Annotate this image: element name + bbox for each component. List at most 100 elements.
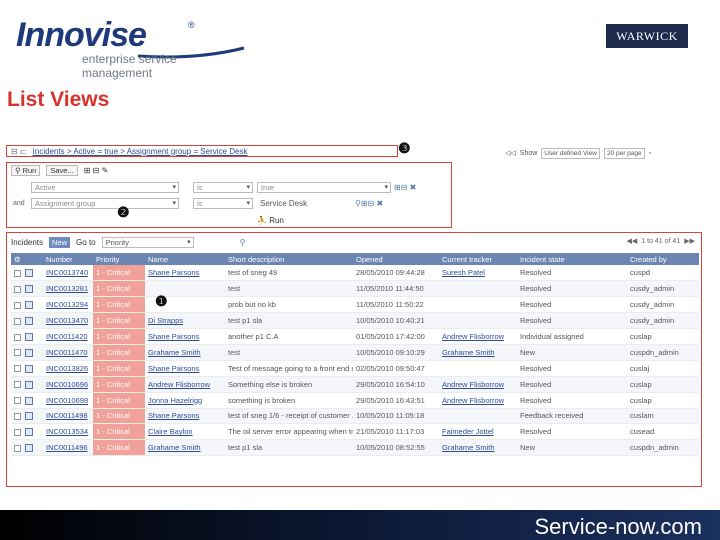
cell-number-link[interactable]: INC0013281 — [46, 284, 88, 293]
run-button[interactable]: ⚲ Run — [11, 165, 41, 176]
row-select-cell[interactable] — [11, 265, 43, 282]
table-row[interactable]: INC0011496 1 - Critical Grahame Smith test … — [11, 439, 699, 457]
row-checkbox[interactable] — [14, 381, 21, 389]
close-icon[interactable]: ▫ — [649, 150, 651, 157]
cell-number-link[interactable]: INC0011420 — [46, 332, 88, 341]
condition-operator[interactable]: is — [193, 197, 253, 209]
row-select-cell[interactable] — [11, 392, 43, 409]
table-row[interactable]: INC0011470 1 - Critical Grahame Smith test 1… — [11, 344, 699, 361]
row-select-cell[interactable] — [11, 408, 43, 425]
cell-current-tracker-link[interactable]: Grahame Smith — [442, 348, 495, 357]
row-select-cell[interactable] — [11, 328, 43, 345]
condition-actions-icon[interactable]: ⊞⊟ ✖ — [394, 183, 416, 192]
cell-number-link[interactable]: INC0013294 — [46, 300, 88, 309]
cell-number-link[interactable]: INC0011496 — [46, 443, 88, 452]
row-select-cell[interactable] — [11, 312, 43, 330]
cell-current-tracker-link[interactable]: Andrew Flisborrow — [442, 332, 504, 341]
record-preview-icon[interactable] — [25, 444, 33, 453]
cell-name-link[interactable]: Grahame Smith — [148, 348, 201, 357]
search-icon[interactable]: ⚲ — [240, 238, 246, 247]
record-preview-icon[interactable] — [25, 380, 33, 389]
breadcrumb-toggle-icon[interactable]: ⊟ ⊏ — [11, 147, 27, 156]
condition-lookup-icons[interactable]: ⚲⊞⊟ ✖ — [355, 199, 383, 208]
row-select-cell[interactable] — [11, 296, 43, 314]
pager-first-icon[interactable]: ◀◀ — [627, 237, 638, 245]
condition-operator[interactable]: is — [193, 181, 253, 193]
row-select-cell[interactable] — [11, 439, 43, 457]
row-checkbox[interactable] — [14, 333, 21, 341]
cell-number-link[interactable]: INC0013534 — [46, 427, 88, 436]
pager-last-icon[interactable]: ▶▶ — [684, 237, 695, 245]
table-row[interactable]: INC0013470 1 - Critical Di Strapps test p1 … — [11, 312, 699, 330]
table-row[interactable]: INC0013281 1 - Critical test 11/05/2010 11:… — [11, 280, 699, 298]
row-select-cell[interactable] — [11, 280, 43, 298]
record-preview-icon[interactable] — [25, 348, 33, 357]
condition-value[interactable]: true — [257, 181, 391, 193]
record-preview-icon[interactable] — [25, 364, 33, 373]
column-header-created-by[interactable]: Created by — [627, 253, 699, 265]
row-checkbox[interactable] — [14, 412, 21, 420]
cell-name-link[interactable]: Shane Parsons — [148, 332, 199, 341]
record-preview-icon[interactable] — [25, 301, 33, 310]
cell-number-link[interactable]: INC0011470 — [46, 348, 88, 357]
filter-tool-icons[interactable]: ⊞ ⊟ ✎ — [84, 166, 109, 175]
cell-number-link[interactable]: INC0013740 — [46, 268, 88, 277]
per-page-select[interactable]: 20 per page — [603, 147, 645, 159]
cell-current-tracker-link[interactable]: Faimeder Jottel — [442, 427, 494, 436]
cell-number-link[interactable]: INC0010696 — [46, 380, 88, 389]
row-checkbox[interactable] — [14, 269, 21, 277]
row-checkbox[interactable] — [14, 428, 21, 436]
column-header-name[interactable]: Name — [145, 253, 225, 265]
column-header-priority[interactable]: Priority — [93, 253, 145, 265]
nav-back-icon[interactable]: ◁◁ — [505, 149, 516, 157]
row-checkbox[interactable] — [14, 365, 21, 373]
row-checkbox[interactable] — [14, 301, 21, 309]
cell-name-link[interactable]: Di Strapps — [148, 316, 183, 325]
column-header-current-tracker[interactable]: Current tracker — [439, 253, 517, 265]
column-header-incident-state[interactable]: Incident state — [517, 253, 627, 265]
breadcrumb-text[interactable]: Incidents > Active = true > Assignment g… — [33, 147, 248, 156]
cell-number-link[interactable]: INC0013470 — [46, 316, 88, 325]
cell-name-link[interactable]: Shane Parsons — [148, 411, 199, 420]
cell-number-link[interactable]: INC0010698 — [46, 396, 88, 405]
record-preview-icon[interactable] — [25, 396, 33, 405]
table-row[interactable]: INC0013294 1 - Critical prob but no kb 11/0… — [11, 296, 699, 314]
condition-value[interactable]: Service Desk — [257, 199, 353, 208]
record-preview-icon[interactable] — [25, 285, 33, 294]
save-button[interactable]: Save... — [46, 165, 78, 176]
row-checkbox[interactable] — [14, 349, 21, 357]
record-preview-icon[interactable] — [25, 412, 33, 421]
column-header-number[interactable]: Number — [43, 253, 93, 265]
column-header-opened[interactable]: Opened — [353, 253, 439, 265]
goto-field-select[interactable]: Priority — [101, 237, 194, 248]
condition-field[interactable]: Assignment group — [31, 197, 179, 209]
table-row[interactable]: INC0013826 1 - Critical Shane Parsons Test … — [11, 360, 699, 377]
cell-name-link[interactable]: Shane Parsons — [148, 268, 199, 277]
cell-current-tracker-link[interactable]: Andrew Flisborrow — [442, 396, 504, 405]
row-checkbox[interactable] — [14, 285, 21, 293]
view-select[interactable]: User defined View — [541, 147, 600, 159]
table-row[interactable]: INC0010696 1 - Critical Andrew Flisborrow S… — [11, 376, 699, 393]
row-checkbox[interactable] — [14, 397, 21, 405]
cell-current-tracker-link[interactable]: Andrew Flisborrow — [442, 380, 504, 389]
table-row[interactable]: INC0011420 1 - Critical Shane Parsons anoth… — [11, 328, 699, 345]
select-all-header[interactable]: ⚙ — [11, 253, 43, 265]
table-row[interactable]: INC0011498 1 - Critical Shane Parsons test … — [11, 408, 699, 425]
record-preview-icon[interactable] — [25, 428, 33, 437]
cell-name-link[interactable]: Andrew Flisborrow — [148, 380, 210, 389]
record-preview-icon[interactable] — [25, 333, 33, 342]
cell-number-link[interactable]: INC0011498 — [46, 411, 88, 420]
row-select-cell[interactable] — [11, 423, 43, 441]
run-filter-button[interactable]: ⛹ Run — [257, 216, 284, 225]
cell-current-tracker-link[interactable]: Suresh Patel — [442, 268, 485, 277]
cell-current-tracker-link[interactable]: Grahame Smith — [442, 443, 495, 452]
row-checkbox[interactable] — [14, 317, 21, 325]
cell-number-link[interactable]: INC0013826 — [46, 364, 88, 373]
record-preview-icon[interactable] — [25, 317, 33, 326]
record-preview-icon[interactable] — [25, 269, 33, 278]
cell-name-link[interactable]: Jonna Hazelrigg — [148, 396, 202, 405]
cell-name-link[interactable]: Shane Parsons — [148, 364, 199, 373]
table-row[interactable]: INC0013534 1 - Critical Claire Baylon The o… — [11, 423, 699, 441]
row-select-cell[interactable] — [11, 344, 43, 361]
row-select-cell[interactable] — [11, 360, 43, 377]
